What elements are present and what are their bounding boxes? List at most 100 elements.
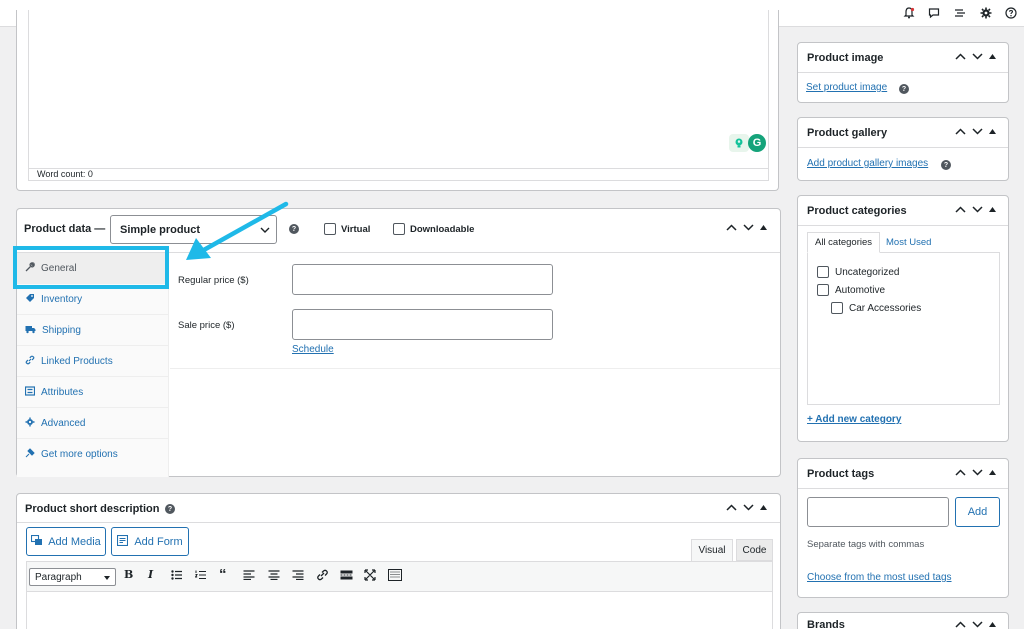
schedule-link[interactable]: Schedule xyxy=(292,344,334,355)
chevron-up-icon[interactable] xyxy=(955,53,966,60)
product-image-title: Product image xyxy=(807,52,884,64)
tab-visual[interactable]: Visual xyxy=(691,539,733,561)
category-label: Uncategorized xyxy=(835,267,900,278)
add-form-label: Add Form xyxy=(134,535,183,548)
tab-all-categories[interactable]: All categories xyxy=(807,232,880,253)
tab-shipping[interactable]: Shipping xyxy=(17,315,169,346)
chevron-down-icon[interactable] xyxy=(972,469,983,476)
content-editor-area[interactable] xyxy=(28,10,769,180)
chevron-up-icon[interactable] xyxy=(955,621,966,628)
tab-advanced[interactable]: Advanced xyxy=(17,408,169,439)
toggle-caret-icon[interactable] xyxy=(989,470,996,475)
short-description-box: Product short description ? Add Media Ad… xyxy=(16,493,781,629)
panel-controls xyxy=(955,469,996,476)
short-description-title: Product short description xyxy=(25,503,160,515)
sale-price-input[interactable] xyxy=(292,309,553,340)
tab-label: Inventory xyxy=(41,293,83,305)
add-form-button[interactable]: Add Form xyxy=(111,527,189,556)
gear-icon[interactable] xyxy=(979,6,993,20)
bold-icon[interactable]: B xyxy=(124,568,133,581)
chevron-down-icon[interactable] xyxy=(972,53,983,60)
help-icon[interactable] xyxy=(1004,6,1018,20)
link-icon[interactable] xyxy=(316,569,329,584)
format-select[interactable]: Paragraph xyxy=(29,568,116,586)
bullet-list-icon[interactable] xyxy=(171,570,183,583)
toggle-caret-icon[interactable] xyxy=(760,505,767,510)
chevron-down-icon[interactable] xyxy=(743,224,754,231)
plugin-icon xyxy=(25,448,35,461)
chevron-down-icon[interactable] xyxy=(972,621,983,628)
form-icon xyxy=(117,534,129,549)
content-editor-box: Word count: 0 G xyxy=(16,10,779,191)
italic-icon[interactable]: I xyxy=(148,568,153,581)
chevron-up-icon[interactable] xyxy=(955,469,966,476)
downloadable-checkbox[interactable] xyxy=(393,223,405,235)
divider xyxy=(17,522,780,523)
panel-controls xyxy=(955,621,996,628)
regular-price-input[interactable] xyxy=(292,264,553,295)
product-image-box: Product image Set product image ? xyxy=(797,42,1009,103)
tab-label: Attributes xyxy=(41,386,84,398)
tab-code[interactable]: Code xyxy=(736,539,773,561)
numbered-list-icon[interactable] xyxy=(194,570,207,583)
attributes-icon xyxy=(24,385,36,399)
chevron-down-icon[interactable] xyxy=(972,206,983,213)
divider xyxy=(798,488,1008,489)
tab-most-used[interactable]: Most Used xyxy=(886,237,931,248)
toggle-caret-icon[interactable] xyxy=(989,207,996,212)
category-checkbox[interactable] xyxy=(817,266,829,278)
gear-icon xyxy=(25,417,35,430)
comment-icon[interactable] xyxy=(927,6,941,20)
toggle-caret-icon[interactable] xyxy=(989,54,996,59)
short-description-textarea[interactable] xyxy=(26,592,773,629)
fullscreen-icon[interactable] xyxy=(364,569,376,584)
toggle-caret-icon[interactable] xyxy=(760,225,767,230)
chevron-up-icon[interactable] xyxy=(726,224,737,231)
tab-get-more-options[interactable]: Get more options xyxy=(17,439,169,470)
chevron-up-icon[interactable] xyxy=(955,128,966,135)
word-count: Word count: 0 xyxy=(28,168,769,181)
add-gallery-images-link[interactable]: Add product gallery images xyxy=(807,158,928,169)
chevron-down-icon[interactable] xyxy=(972,128,983,135)
category-checkbox[interactable] xyxy=(817,284,829,296)
divider xyxy=(798,72,1008,73)
bell-icon[interactable] xyxy=(902,6,916,20)
sale-price-label: Sale price ($) xyxy=(178,320,235,331)
tab-linked-products[interactable]: Linked Products xyxy=(17,346,169,377)
format-value: Paragraph xyxy=(35,571,82,583)
tab-attributes[interactable]: Attributes xyxy=(17,377,169,408)
choose-tags-link[interactable]: Choose from the most used tags xyxy=(807,572,952,583)
grammarly-icon[interactable]: G xyxy=(748,134,766,152)
chevron-up-icon[interactable] xyxy=(726,504,737,511)
chevron-up-icon[interactable] xyxy=(955,206,966,213)
read-more-icon[interactable] xyxy=(340,570,353,583)
chevron-down-icon[interactable] xyxy=(743,504,754,511)
add-media-button[interactable]: Add Media xyxy=(26,527,106,556)
help-icon[interactable]: ? xyxy=(899,84,909,94)
highlight-box xyxy=(13,246,169,289)
category-checkbox[interactable] xyxy=(831,302,843,314)
list-icon[interactable] xyxy=(953,6,967,20)
align-left-icon[interactable] xyxy=(243,570,255,583)
blockquote-icon[interactable]: “ xyxy=(219,566,227,583)
toggle-caret-icon[interactable] xyxy=(989,622,996,627)
panel-controls xyxy=(955,206,996,213)
brands-box: Brands xyxy=(797,612,1009,629)
align-center-icon[interactable] xyxy=(268,570,280,583)
align-right-icon[interactable] xyxy=(292,570,304,583)
help-icon[interactable]: ? xyxy=(165,504,175,514)
set-product-image-link[interactable]: Set product image xyxy=(806,82,887,93)
toggle-caret-icon[interactable] xyxy=(989,129,996,134)
product-categories-box: Product categories All categories Most U… xyxy=(797,195,1009,442)
lightbulb-icon[interactable] xyxy=(729,134,749,152)
product-gallery-title: Product gallery xyxy=(807,127,888,139)
help-icon[interactable]: ? xyxy=(941,160,951,170)
tag-input[interactable] xyxy=(807,497,949,527)
truck-icon xyxy=(25,324,36,337)
link-icon xyxy=(25,355,35,368)
media-icon xyxy=(31,534,43,549)
keyboard-icon[interactable] xyxy=(388,569,402,584)
add-tag-button[interactable]: Add xyxy=(955,497,1000,527)
add-new-category-link[interactable]: + Add new category xyxy=(807,414,901,425)
virtual-checkbox[interactable] xyxy=(324,223,336,235)
